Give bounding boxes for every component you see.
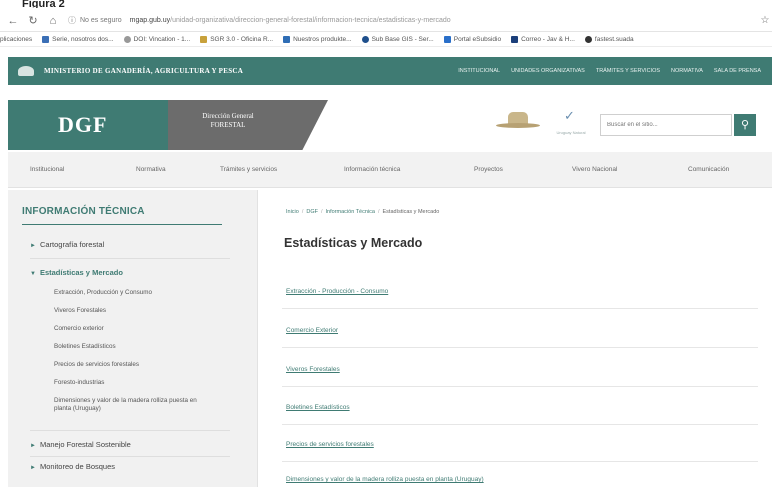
sidebar-subitem[interactable]: Extracción, Producción y Consumo — [54, 289, 152, 297]
top-links: INSTITUCIONAL UNIDADES ORGANIZATIVAS TRÁ… — [458, 68, 772, 74]
chevron-down-icon: ▼ — [30, 271, 36, 277]
bookmark-item[interactable]: Nuestros produkte... — [283, 36, 352, 43]
breadcrumb-current: Estadísticas y Mercado — [382, 209, 440, 215]
bookmark-item[interactable]: DOI: Vincation - 1... — [123, 36, 190, 43]
site-header: DGF Dirección General FORESTAL ✓ Uruguay… — [8, 100, 772, 150]
page-title: Estadísticas y Mercado — [284, 236, 423, 250]
chevron-right-icon: ► — [30, 243, 36, 249]
nav-normativa[interactable]: Normativa — [136, 166, 166, 173]
breadcrumb-item[interactable]: Información Técnica — [326, 209, 375, 215]
content-link[interactable]: Comercio Exterior — [286, 327, 338, 334]
divider — [282, 347, 758, 348]
url-status: No es seguro — [80, 17, 122, 24]
sidebar: INFORMACIÓN TÉCNICA ► Cartografía foresta… — [8, 190, 258, 487]
browser-address-row: ← ↻ ⌂ ⓘ No es seguro mgap.gub.uy /unidad… — [0, 10, 772, 32]
back-icon[interactable]: ← — [6, 10, 20, 32]
direction-name: Dirección General FORESTAL — [202, 112, 254, 129]
divider — [30, 258, 230, 259]
hat-logo-icon — [496, 110, 540, 132]
nav-vivero[interactable]: Vivero Nacional — [572, 166, 617, 173]
sidebar-item-manejo[interactable]: ► Manejo Forestal Sostenible — [30, 440, 131, 449]
divider — [30, 456, 230, 457]
figure-caption: Figura 2 — [22, 0, 65, 8]
ministry-name[interactable]: MINISTERIO DE GANADERÍA, AGRICULTURA Y P… — [44, 67, 243, 75]
uruguay-natural-icon: ✓ — [564, 108, 575, 123]
nav-informacion-tecnica[interactable]: Información técnica — [344, 166, 400, 173]
top-link-institucional[interactable]: INSTITUCIONAL — [458, 68, 500, 74]
search-button[interactable]: ⚲ — [734, 114, 756, 136]
breadcrumb-item[interactable]: Inicio — [286, 209, 299, 215]
search-icon: ⚲ — [740, 119, 750, 131]
top-link-prensa[interactable]: SALA DE PRENSA — [714, 68, 761, 74]
divider — [282, 424, 758, 425]
content-link[interactable]: Dimensiones y valor de la madera rolliza… — [286, 476, 484, 483]
dgf-logo[interactable]: DGF — [58, 112, 107, 138]
breadcrumb: Inicio / DGF / Información Técnica / Estadísti… — [286, 209, 440, 215]
home-icon[interactable]: ⌂ — [46, 10, 60, 32]
divider — [282, 386, 758, 387]
main-nav: Institucional Normativa Trámites y servi… — [8, 152, 772, 188]
bookmark-icon — [42, 36, 50, 43]
top-link-unidades[interactable]: UNIDADES ORGANIZATIVAS — [511, 68, 585, 74]
content-link[interactable]: Precios de servicios forestales — [286, 441, 374, 448]
sidebar-subitem[interactable]: Comercio exterior — [54, 325, 104, 333]
search-input[interactable] — [600, 114, 732, 136]
uruguay-natural-logo: ✓ Uruguay Natural — [556, 108, 586, 135]
chevron-right-icon: ► — [30, 465, 36, 471]
bookmark-item[interactable]: Serie, nosotros dos... — [42, 36, 114, 43]
sidebar-item-monitoreo[interactable]: ► Monitoreo de Bosques — [30, 462, 115, 471]
bookmark-icon — [361, 36, 369, 43]
bookmark-item[interactable]: plicaciones — [0, 36, 32, 43]
bookmark-icon — [123, 36, 131, 43]
divider — [282, 461, 758, 462]
sidebar-subitem[interactable]: Dimensiones y valor de la madera rolliza… — [54, 397, 204, 412]
nav-proyectos[interactable]: Proyectos — [474, 166, 503, 173]
divider — [30, 430, 230, 431]
sidebar-subitem[interactable]: Precios de servicios forestales — [54, 361, 139, 369]
reload-icon[interactable]: ↻ — [26, 10, 40, 32]
top-link-tramites[interactable]: TRÁMITES Y SERVICIOS — [596, 68, 660, 74]
sidebar-subitem[interactable]: Foresto-industrias — [54, 379, 104, 387]
top-link-normativa[interactable]: NORMATIVA — [671, 68, 703, 74]
sidebar-title-rule — [22, 224, 222, 225]
bookmark-icon — [511, 36, 519, 43]
bookmarks-bar: plicaciones Serie, nosotros dos... DOI: … — [0, 33, 772, 47]
bookmark-icon — [584, 36, 592, 43]
sidebar-subitem[interactable]: Boletines Estadísticos — [54, 343, 116, 351]
breadcrumb-item[interactable]: DGF — [306, 209, 318, 215]
info-icon[interactable]: ⓘ — [68, 15, 76, 26]
bookmark-item[interactable]: Portal eSubsidio — [443, 36, 501, 43]
bookmark-item[interactable]: SGR 3.0 - Oficina R... — [200, 36, 273, 43]
sidebar-item-cartografia[interactable]: ► Cartografía forestal — [30, 240, 104, 249]
content-link[interactable]: Extracción - Producción - Consumo — [286, 288, 388, 295]
content-link[interactable]: Viveros Forestales — [286, 366, 340, 373]
main-content: Inicio / DGF / Información Técnica / Estadísti… — [270, 190, 772, 487]
sidebar-subitem[interactable]: Viveros Forestales — [54, 307, 106, 315]
bookmark-item[interactable]: Correo - Jav & H... — [511, 36, 575, 43]
divider — [282, 308, 758, 309]
url-path: /unidad-organizativa/direccion-general-f… — [170, 17, 451, 24]
bookmark-item[interactable]: Sub Base GIS - Ser... — [361, 36, 434, 43]
nav-tramites[interactable]: Trámites y servicios — [220, 166, 277, 173]
bookmark-icon — [200, 36, 208, 43]
star-icon[interactable]: ☆ — [758, 15, 772, 26]
ministry-seal-icon — [18, 66, 34, 76]
nav-institucional[interactable]: Institucional — [30, 166, 64, 173]
chevron-right-icon: ► — [30, 443, 36, 449]
ministry-bar: MINISTERIO DE GANADERÍA, AGRICULTURA Y P… — [8, 57, 772, 85]
sidebar-title: INFORMACIÓN TÉCNICA — [22, 206, 145, 217]
nav-comunicacion[interactable]: Comunicación — [688, 166, 729, 173]
content-link[interactable]: Boletines Estadísticos — [286, 404, 350, 411]
sidebar-item-estadisticas[interactable]: ▼ Estadísticas y Mercado — [30, 268, 123, 277]
url-domain: mgap.gub.uy — [129, 17, 171, 24]
bookmark-icon — [443, 36, 451, 43]
url-bar[interactable]: ⓘ No es seguro mgap.gub.uy /unidad-organ… — [68, 13, 752, 29]
bookmark-icon — [283, 36, 291, 43]
bookmark-item[interactable]: fastest.suada — [584, 36, 634, 43]
